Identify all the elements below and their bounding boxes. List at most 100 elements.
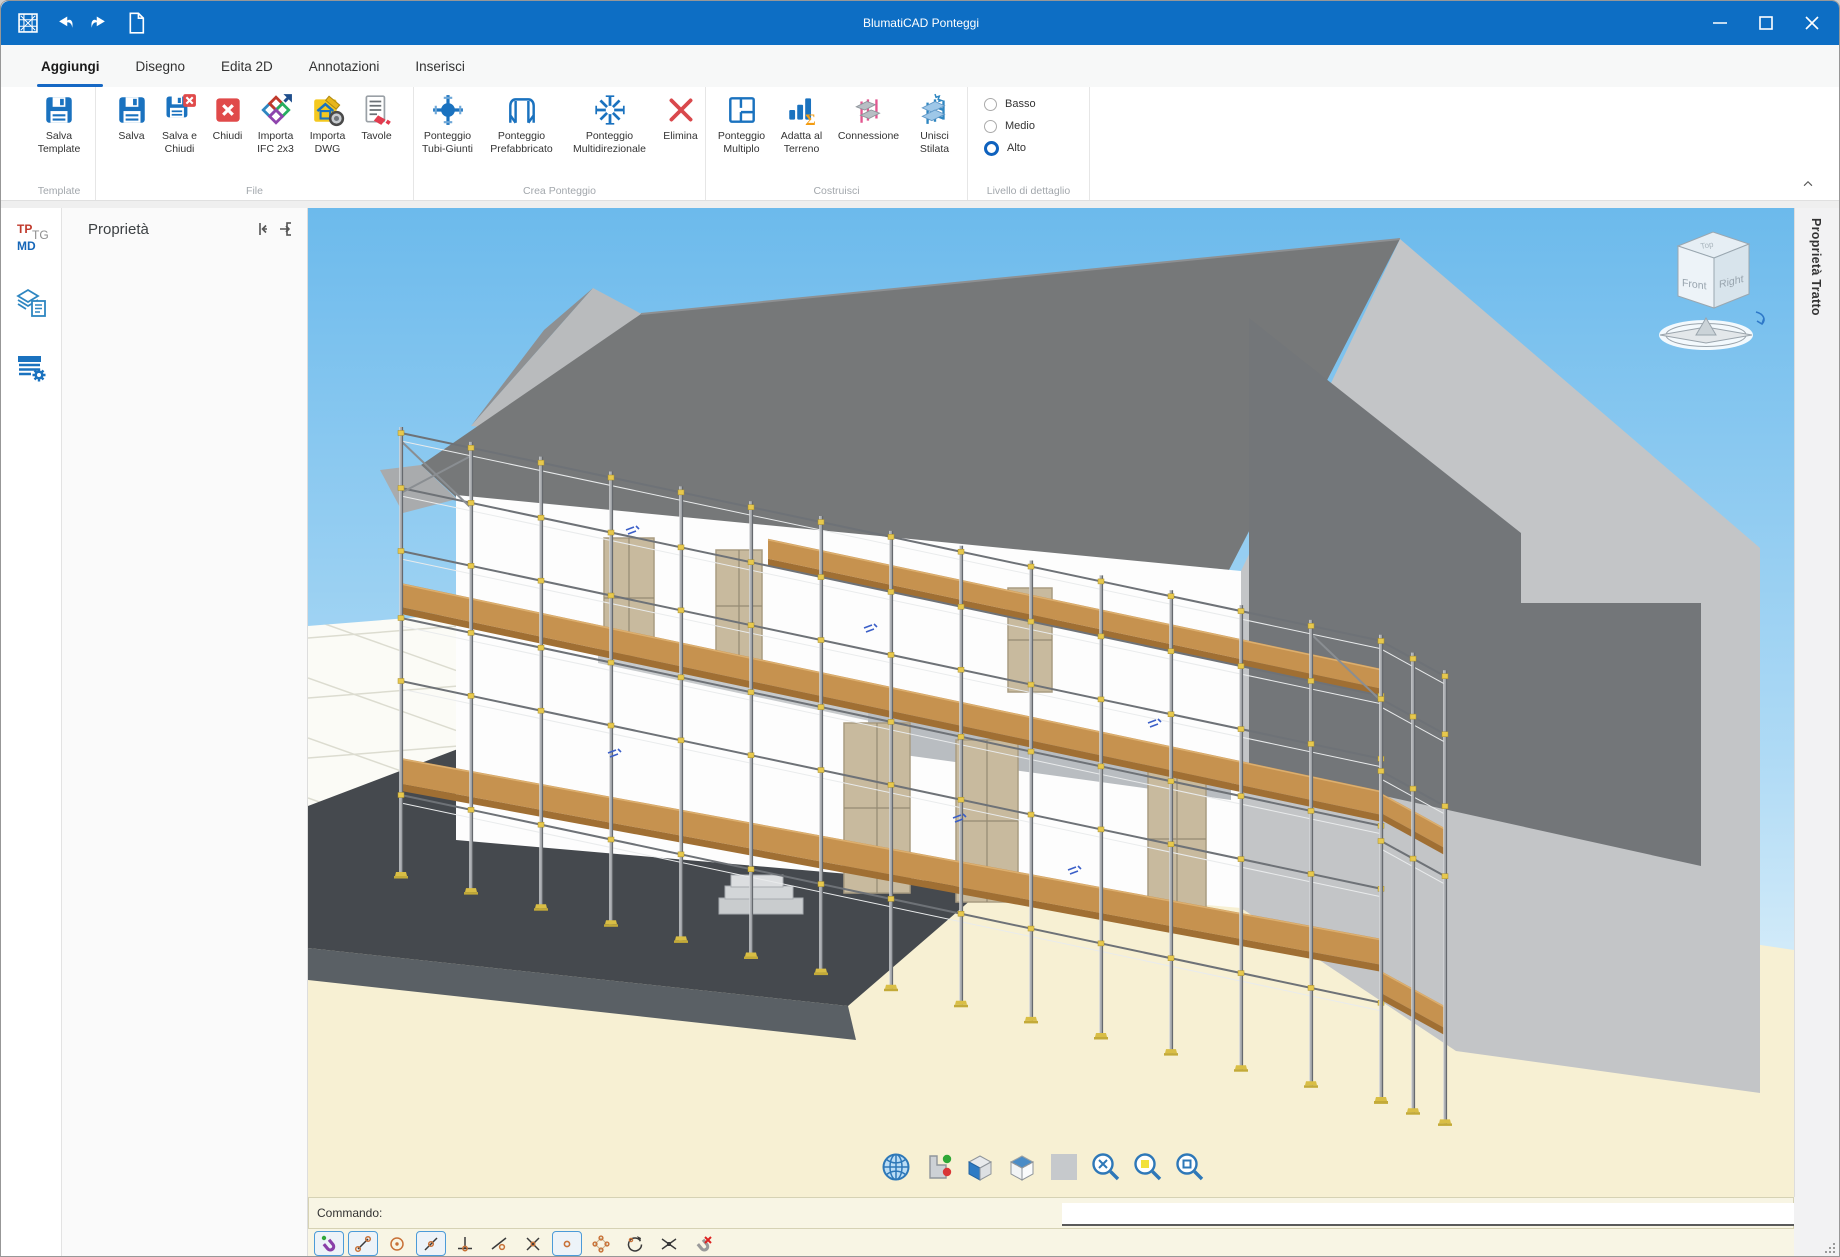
zoom-extents-button[interactable] — [1089, 1149, 1123, 1185]
blank-square-button[interactable] — [1047, 1149, 1081, 1185]
save-icon — [42, 93, 76, 127]
button-elimina[interactable]: Elimina — [657, 91, 705, 143]
sidebar-item-layers-report[interactable] — [9, 280, 53, 324]
import-ifc-icon — [259, 93, 293, 127]
button-ponteggio-multidirezionale[interactable]: Ponteggio Multidirezionale — [563, 91, 657, 155]
window-maximize-button[interactable] — [1743, 1, 1789, 45]
ucs-origin-icon — [922, 1151, 954, 1183]
group-label: Crea Ponteggio — [414, 185, 705, 197]
undo-button[interactable] — [51, 10, 77, 36]
button-salva-e-chiudi[interactable]: Salva e Chiudi — [154, 91, 206, 155]
snap-quadrant-button[interactable] — [586, 1231, 616, 1256]
snap-node-icon — [557, 1234, 577, 1254]
snap-tangent-button[interactable] — [484, 1231, 514, 1256]
snap-quadrant-icon — [591, 1234, 611, 1254]
dock-right-icon — [279, 219, 291, 239]
globe-button[interactable] — [879, 1149, 913, 1185]
button-label: Elimina — [663, 130, 697, 143]
app-logo-button[interactable] — [15, 10, 41, 36]
snap-endpoint-button[interactable] — [348, 1231, 378, 1256]
cube-solid-button[interactable] — [963, 1149, 997, 1185]
button-adatta-al-terreno[interactable]: ΣAdatta al Terreno — [773, 91, 831, 155]
collapse-left-icon[interactable] — [249, 218, 273, 240]
table-gear-icon — [15, 349, 47, 383]
tab-annotazioni[interactable]: Annotazioni — [307, 45, 382, 87]
viewport-3d[interactable]: Top Front Right — [308, 208, 1794, 1197]
button-label: Tavole — [361, 130, 391, 143]
new-document-button[interactable] — [123, 10, 149, 36]
radio-medio[interactable]: Medio — [984, 115, 1089, 137]
close-icon — [1796, 7, 1828, 39]
button-label: Ponteggio Prefabbricato — [490, 130, 552, 155]
tab-edita-2d[interactable]: Edita 2D — [219, 45, 275, 87]
snap-center-icon — [387, 1234, 407, 1254]
snap-nearest-button[interactable] — [654, 1231, 684, 1256]
button-importa-ifc-2x3[interactable]: Importa IFC 2x3 — [250, 91, 302, 155]
snap-center-button[interactable] — [382, 1231, 412, 1256]
snap-rotation-button[interactable] — [620, 1231, 650, 1256]
snap-intersection-button[interactable] — [518, 1231, 548, 1256]
zoom-previous-button[interactable] — [1173, 1149, 1207, 1185]
right-panel-title: Proprietà Tratto — [1809, 218, 1823, 316]
collapse-left-icon — [255, 219, 267, 239]
cube-wire-button[interactable] — [1005, 1149, 1039, 1185]
snap-off-icon — [693, 1234, 713, 1254]
snap-perpendicular-icon — [455, 1234, 475, 1254]
tab-inserisci[interactable]: Inserisci — [413, 45, 467, 87]
radio-basso[interactable]: Basso — [984, 93, 1089, 115]
command-input[interactable] — [1062, 1204, 1840, 1224]
snap-node-button[interactable] — [552, 1231, 582, 1256]
elimina-icon — [664, 93, 698, 127]
snap-perpendicular-button[interactable] — [450, 1231, 480, 1256]
button-label: Salva Template — [38, 130, 81, 155]
group-label: File — [96, 185, 413, 197]
ucs-origin-button[interactable] — [921, 1149, 955, 1185]
radio-alto[interactable]: Alto — [984, 137, 1089, 159]
button-chiudi[interactable]: Chiudi — [206, 91, 250, 143]
button-salva[interactable]: Salva — [110, 91, 154, 143]
button-label: Unisci Stilata — [920, 130, 949, 155]
snap-off-button[interactable] — [688, 1231, 718, 1256]
button-importa-dwg[interactable]: Importa DWG — [302, 91, 354, 155]
snap-toolbar — [308, 1229, 1794, 1257]
window-close-button[interactable] — [1789, 1, 1835, 45]
button-tavole[interactable]: Tavole — [354, 91, 400, 143]
right-panel-tab[interactable]: Proprietà Tratto — [1794, 208, 1840, 1257]
button-salva-template[interactable]: Salva Template — [27, 91, 91, 155]
tab-disegno[interactable]: Disegno — [133, 45, 187, 87]
multiplo-icon — [725, 93, 759, 127]
svg-text:Σ: Σ — [805, 112, 815, 127]
ribbon-group-crea-ponteggio: Ponteggio Tubi-Giunti Ponteggio Prefabbri… — [414, 87, 706, 200]
button-connessione[interactable]: Connessione — [831, 91, 907, 143]
button-ponteggio-prefabbricato[interactable]: Ponteggio Prefabbricato — [481, 91, 563, 155]
button-unisci-stilata[interactable]: Unisci Stilata — [907, 91, 963, 155]
adatta-terreno-icon: Σ — [785, 93, 819, 127]
undo-icon — [51, 10, 77, 36]
sidebar-item-scaffold-types[interactable]: TPTGMD — [9, 218, 53, 262]
radio-dot — [984, 141, 999, 156]
window-title: BlumatiCAD Ponteggi — [1, 16, 1840, 30]
group-label: Livello di dettaglio — [968, 185, 1089, 197]
button-label: Salva e Chiudi — [162, 130, 197, 155]
zoom-window-button[interactable] — [1131, 1149, 1165, 1185]
new-document-icon — [123, 10, 149, 36]
tab-aggiungi[interactable]: Aggiungi — [39, 45, 101, 87]
resize-grip[interactable] — [1825, 1243, 1835, 1253]
window-minimize-button[interactable] — [1697, 1, 1743, 45]
dock-right-icon[interactable] — [273, 218, 297, 240]
snap-magnet-button[interactable] — [314, 1231, 344, 1256]
button-label: Importa IFC 2x3 — [257, 130, 294, 155]
blank-square-icon — [1048, 1151, 1080, 1183]
save-close-icon — [163, 93, 197, 127]
sidebar-item-table-settings[interactable] — [9, 344, 53, 388]
button-ponteggio-multiplo[interactable]: Ponteggio Multiplo — [711, 91, 773, 155]
snap-midpoint-button[interactable] — [416, 1231, 446, 1256]
titlebar: BlumatiCAD Ponteggi — [1, 1, 1840, 45]
button-ponteggio-tubi-giunti[interactable]: Ponteggio Tubi-Giunti — [415, 91, 481, 155]
ribbon-collapse-button[interactable] — [1793, 173, 1823, 195]
redo-button[interactable] — [87, 10, 113, 36]
minimize-icon — [1704, 7, 1736, 39]
button-label: Ponteggio Multiplo — [718, 130, 765, 155]
snap-rotation-icon — [625, 1234, 645, 1254]
tubi-giunti-icon — [431, 93, 465, 127]
